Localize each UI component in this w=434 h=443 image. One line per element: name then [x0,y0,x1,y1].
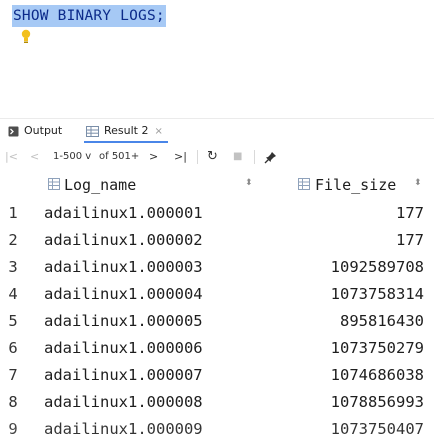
cell-file-size[interactable]: 1073758314 [331,281,424,308]
sort-icon[interactable]: ⬍ [414,178,422,188]
column-icon [48,178,60,190]
row-number: 1 [8,204,18,222]
tab-result-label: Result 2 [104,124,149,137]
grid-header: Log_name ⬍ File_size ⬍ [0,171,434,198]
row-number: 3 [8,258,18,276]
tab-output-label: Output [24,124,63,137]
column-header-log-name[interactable]: Log_name [64,174,136,196]
chevron-down-icon: v [85,151,92,162]
cell-file-size[interactable]: 1073750407 [331,416,424,443]
cell-file-size[interactable]: 1073750279 [331,335,424,362]
previous-page-icon[interactable]: < [30,148,39,166]
table-row[interactable]: 8 adailinux1.000008 1078856993 [0,389,434,416]
total-rows-label[interactable]: of 501+ [99,148,139,166]
page-range-selector[interactable]: 1-500 v [53,148,91,166]
table-row[interactable]: 5 adailinux1.000005 895816430 [0,308,434,335]
column-header-file-size[interactable]: File_size [315,174,396,196]
table-row[interactable]: 4 adailinux1.000004 1073758314 [0,281,434,308]
row-number: 5 [8,312,18,330]
cell-log-name[interactable]: adailinux1.000008 [44,389,203,416]
cell-file-size[interactable]: 1092589708 [331,254,424,281]
results-grid[interactable]: Log_name ⬍ File_size ⬍ 1 adailinux1.0000… [0,171,434,438]
close-icon[interactable]: × [154,126,162,137]
cell-file-size[interactable]: 1074686038 [331,362,424,389]
table-row[interactable]: 2 adailinux1.000002 177 [0,227,434,254]
refresh-icon[interactable]: ↻ [207,148,218,166]
cell-file-size[interactable]: 177 [396,200,424,227]
row-number: 6 [8,339,18,357]
row-number: 7 [8,366,18,384]
sql-terminator: ; [155,8,165,24]
cell-file-size[interactable]: 1078856993 [331,389,424,416]
results-toolbar: |< < 1-500 v of 501+ > >| ↻ ■ [0,145,434,169]
sql-editor[interactable]: SHOW BINARY LOGS; [0,0,434,110]
row-number: 8 [8,393,18,411]
last-page-icon[interactable]: >| [174,148,187,166]
page-range-value: 1-500 [53,151,83,162]
stop-icon[interactable]: ■ [233,148,242,166]
row-number: 4 [8,285,18,303]
active-tab-indicator [84,141,168,143]
table-row[interactable]: 3 adailinux1.000003 1092589708 [0,254,434,281]
row-number: 9 [8,420,18,438]
cell-log-name[interactable]: adailinux1.000003 [44,254,203,281]
toolbar-divider [197,150,198,164]
table-row[interactable]: 1 adailinux1.000001 177 [0,200,434,227]
first-page-icon[interactable]: |< [5,148,18,166]
table-row[interactable]: 7 adailinux1.000007 1074686038 [0,362,434,389]
row-number: 2 [8,231,18,249]
toolbar-divider [254,150,255,164]
sql-statement[interactable]: SHOW BINARY LOGS; [12,5,166,27]
sql-keyword: SHOW BINARY LOGS [13,8,156,24]
column-icon [298,178,310,190]
cell-log-name[interactable]: adailinux1.000006 [44,335,203,362]
table-grid-icon [86,125,99,137]
cell-log-name[interactable]: adailinux1.000007 [44,362,203,389]
next-page-icon[interactable]: > [149,148,158,166]
cell-log-name[interactable]: adailinux1.000009 [44,416,203,443]
results-tab-bar: Output Result 2 × [0,118,434,143]
table-row[interactable]: 9 adailinux1.000009 1073750407 [0,416,434,443]
sort-icon[interactable]: ⬍ [245,178,253,188]
console-output-icon [8,126,19,136]
cell-file-size[interactable]: 177 [396,227,424,254]
cell-file-size[interactable]: 895816430 [340,308,424,335]
cell-log-name[interactable]: adailinux1.000002 [44,227,203,254]
cell-log-name[interactable]: adailinux1.000001 [44,200,203,227]
pin-icon[interactable] [264,151,277,164]
table-row[interactable]: 6 adailinux1.000006 1073750279 [0,335,434,362]
cell-log-name[interactable]: adailinux1.000005 [44,308,203,335]
cell-log-name[interactable]: adailinux1.000004 [44,281,203,308]
tab-output[interactable]: Output [8,123,62,139]
intention-bulb-icon[interactable] [21,29,31,45]
tab-result-2[interactable]: Result 2 × [86,123,163,139]
